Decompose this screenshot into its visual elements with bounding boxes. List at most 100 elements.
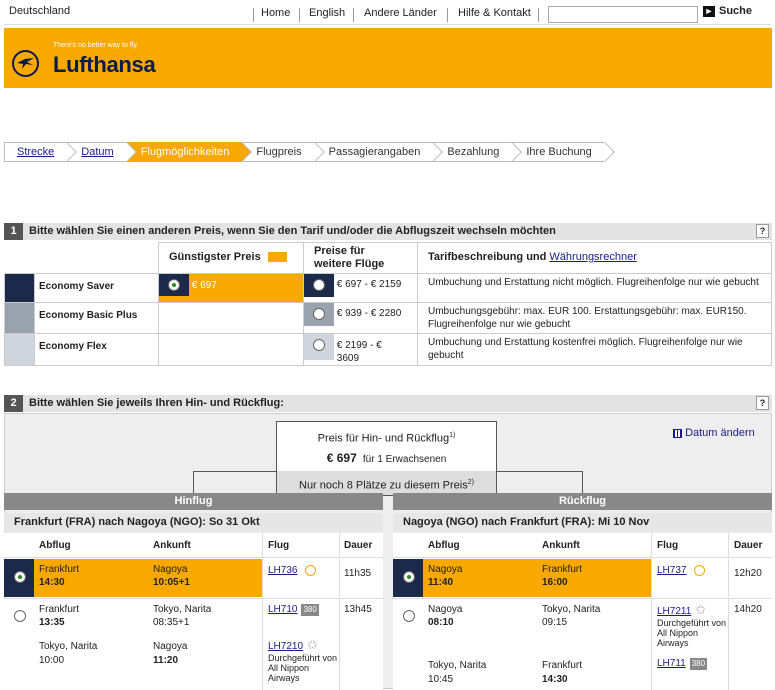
aircraft-380-badge: 380	[689, 658, 708, 670]
star-alliance-icon: ✩	[307, 637, 318, 652]
fare-radio-selected[interactable]	[168, 279, 180, 291]
column-header-description: Tarifbeschreibung und Währungsrechner	[417, 242, 772, 274]
departure-city: Nagoya	[428, 604, 463, 615]
empty-header-cell	[4, 242, 159, 274]
flight-number-link[interactable]: LH710	[268, 604, 297, 615]
column-header-other-prices: Preise für weitere Flüge	[303, 242, 418, 274]
departure-city: Frankfurt	[39, 604, 80, 615]
departure-time: 08:10	[428, 617, 454, 628]
arrival-time: 08:35+1	[153, 617, 190, 628]
change-date-link[interactable]: Datum ändern	[673, 427, 755, 439]
section-2-header: 2 Bitte wählen Sie jeweils Ihren Hin- und…	[4, 395, 772, 412]
other-price-cell[interactable]: € 697 - € 2159	[303, 273, 418, 303]
fare-name: Economy Basic Plus	[34, 302, 159, 334]
flight-radio[interactable]	[14, 610, 26, 622]
flight-radio-selected[interactable]	[403, 571, 415, 583]
arrival-city: Nagoya	[153, 641, 188, 652]
flight-option-selected[interactable]: Nagoya 11:40 Frankfurt 16:00 LH737 12h20	[393, 559, 772, 597]
fare-name: Economy Saver	[34, 273, 159, 303]
column-header: Abflug	[428, 540, 460, 551]
inbound-route: Nagoya (NGO) nach Frankfurt (FRA): Mi 10…	[393, 513, 772, 532]
breadcrumb-step-ihre-buchung: Ihre Buchung	[511, 142, 604, 162]
arrival-city: Nagoya	[153, 564, 188, 575]
search-button[interactable]: ► Suche	[703, 5, 752, 17]
yellow-legend-swatch	[267, 252, 287, 263]
flight-number-link[interactable]: LH737	[657, 565, 686, 576]
flight-option[interactable]: Frankfurt 13:35 Tokyo, Narita 08:35+1 LH…	[4, 598, 383, 690]
flight-number-link[interactable]: LH736	[268, 565, 297, 576]
fare-description: Umbuchung und Erstattung nicht möglich. …	[417, 273, 772, 303]
flight-option-selected[interactable]: Frankfurt 14:30 Nagoya 10:05+1 LH736 11h…	[4, 559, 383, 597]
cheapest-price-cell-empty	[158, 302, 304, 334]
cheapest-price-cell[interactable]: € 697	[158, 273, 304, 303]
arrival-time: 11:20	[153, 655, 179, 666]
flight-number-link[interactable]: LH7210	[268, 641, 303, 652]
price-range: € 2199 - € 3609	[336, 340, 382, 364]
arrow-right-icon: ►	[703, 5, 715, 17]
breadcrumb-step-bezahlung: Bezahlung	[432, 142, 512, 162]
nav-other-countries-link[interactable]: Andere Länder	[364, 7, 437, 19]
flight-option[interactable]: Nagoya 08:10 Tokyo, Narita 09:15 LH7211 ✩…	[393, 598, 772, 690]
fare-radio[interactable]	[313, 339, 325, 351]
cheapest-price: € 697	[191, 280, 217, 291]
price-box-title: Preis für Hin- und Rückflug1)	[317, 432, 456, 445]
section-title: Bitte wählen Sie einen anderen Preis, we…	[29, 225, 556, 237]
fare-radio[interactable]	[313, 308, 325, 320]
help-icon[interactable]: ?	[756, 224, 769, 238]
section-number: 1	[4, 223, 23, 240]
breadcrumb-step-flugpreis: Flugpreis	[241, 142, 314, 162]
brand-name: Lufthansa	[53, 52, 156, 77]
column-header: Abflug	[39, 540, 71, 551]
outbound-route: Frankfurt (FRA) nach Nagoya (NGO): So 31…	[4, 513, 383, 532]
price-range: € 697 - € 2159	[336, 279, 402, 290]
nav-english-link[interactable]: English	[309, 7, 345, 19]
section-number: 2	[4, 395, 23, 412]
currency-converter-link[interactable]: Währungsrechner	[549, 251, 636, 263]
departure-city: Tokyo, Narita	[428, 660, 487, 671]
departure-time: 13:35	[39, 617, 65, 628]
departure-time: 11:40	[428, 577, 454, 588]
departure-time: 10:45	[428, 674, 454, 685]
flight-radio-selected[interactable]	[14, 571, 26, 583]
help-icon[interactable]: ?	[756, 396, 769, 410]
flight-number-link[interactable]: LH711	[657, 658, 686, 669]
breadcrumb-step-strecke[interactable]: Strecke	[4, 142, 67, 162]
inbound-label: Rückflug	[393, 493, 772, 510]
breadcrumb: Strecke Datum Flugmöglichkeiten Flugprei…	[4, 142, 604, 162]
column-header-label: Günstigster Preis	[169, 251, 261, 263]
nav-home-link[interactable]: Home	[261, 7, 290, 19]
fare-description: Umbuchung und Erstattung kostenfrei mögl…	[417, 333, 772, 366]
arrival-time: 14:30	[542, 674, 568, 685]
operated-by-note: Durchgeführt von All Nippon Airways	[657, 618, 727, 648]
departure-time: 10:00	[39, 655, 65, 666]
breadcrumb-step-flugmoeglichkeiten: Flugmöglichkeiten	[125, 142, 242, 162]
other-price-cell[interactable]: € 939 - € 2280	[303, 302, 418, 334]
duration: 14h20	[734, 604, 762, 615]
inbound-flights-table: Abflug Ankunft Flug Dauer Nagoya 11:40 F…	[393, 533, 772, 690]
arrival-time: 10:05+1	[153, 577, 190, 588]
divider	[253, 8, 254, 22]
arrival-city: Tokyo, Narita	[153, 604, 212, 615]
column-header-cheapest: Günstigster Preis	[158, 242, 304, 274]
column-header: Dauer	[734, 540, 763, 551]
flight-radio[interactable]	[403, 610, 415, 622]
other-price-cell[interactable]: € 2199 - € 3609	[303, 333, 418, 366]
section-1-header: 1 Bitte wählen Sie einen anderen Preis, w…	[4, 223, 772, 240]
search-input[interactable]	[548, 6, 698, 23]
fare-radio[interactable]	[313, 279, 325, 291]
fare-color-swatch	[4, 302, 35, 334]
country-label: Deutschland	[9, 5, 71, 17]
departure-city: Tokyo, Narita	[39, 641, 98, 652]
connector-line	[193, 471, 276, 472]
lufthansa-icon	[694, 565, 706, 576]
duration: 11h35	[344, 568, 372, 579]
price-summary-box: Preis für Hin- und Rückflug1) € 697 für …	[276, 421, 497, 496]
nav-help-contact-link[interactable]: Hilfe & Kontakt	[458, 7, 531, 19]
fare-description: Umbuchungsgebühr: max. EUR 100. Erstattu…	[417, 302, 772, 334]
divider	[299, 8, 300, 22]
fare-color-swatch	[4, 333, 35, 366]
flight-number-link[interactable]: LH7211	[657, 606, 691, 617]
section-title: Bitte wählen Sie jeweils Ihren Hin- und …	[29, 397, 284, 409]
arrival-time: 09:15	[542, 617, 568, 628]
arrival-time: 16:00	[542, 577, 568, 588]
